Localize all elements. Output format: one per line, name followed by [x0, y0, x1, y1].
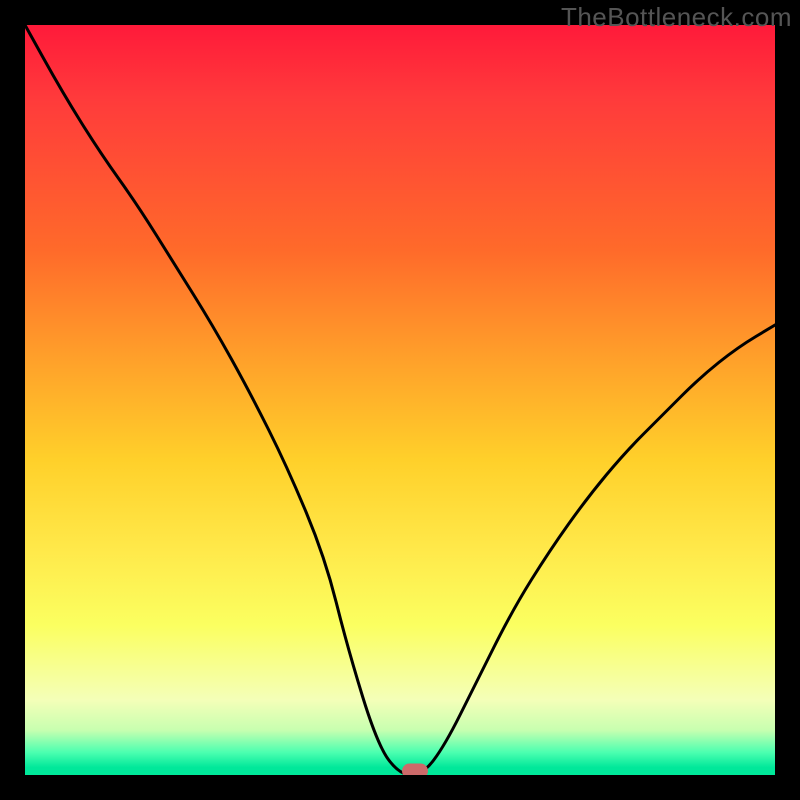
watermark-text: TheBottleneck.com	[561, 2, 792, 33]
chart-container: TheBottleneck.com	[0, 0, 800, 800]
plot-area	[25, 25, 775, 775]
curve-path	[25, 25, 775, 775]
optimal-marker	[402, 764, 428, 776]
bottleneck-curve	[25, 25, 775, 775]
